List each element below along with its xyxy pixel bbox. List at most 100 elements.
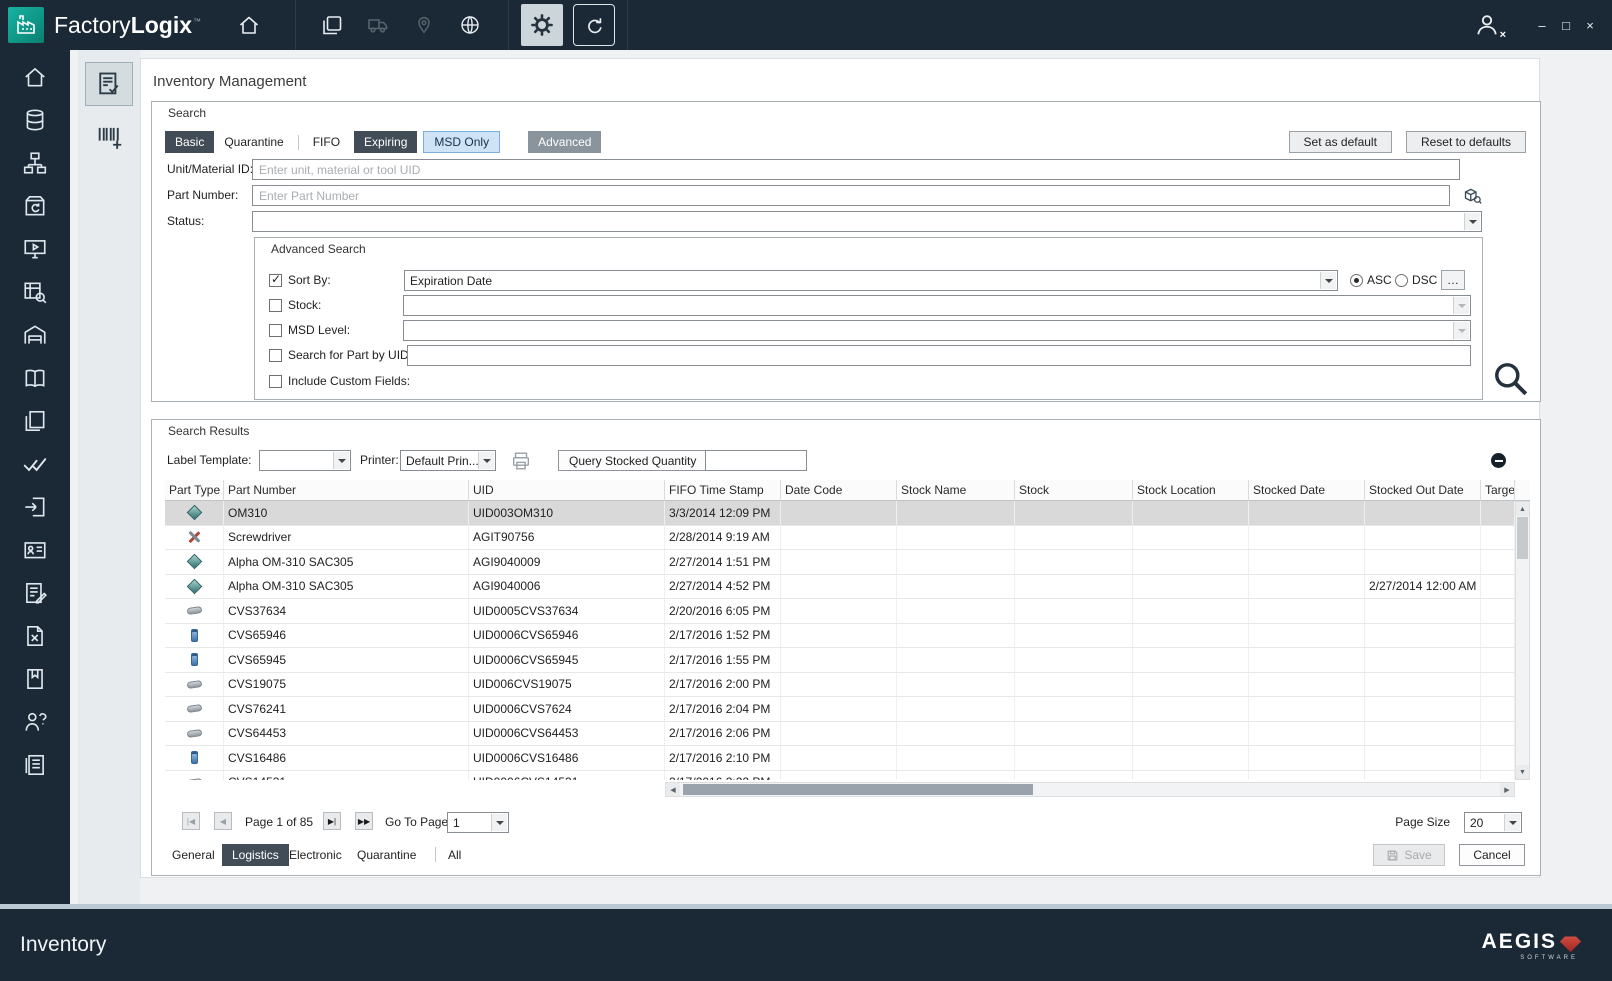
filter-quarantine[interactable]: Quarantine [214, 131, 293, 153]
column-header-date_code[interactable]: Date Code [781, 480, 897, 501]
table-row[interactable]: CVS16486 UID0006CVS16486 2/17/2016 2:10 PM [165, 746, 1515, 771]
set-as-default-button[interactable]: Set as default [1288, 131, 1392, 153]
column-header-stock[interactable]: Stock [1015, 480, 1133, 501]
reset-to-defaults-button[interactable]: Reset to defaults [1405, 131, 1526, 153]
status-combobox[interactable] [252, 211, 1482, 232]
goto-page-combobox[interactable]: 1 [447, 812, 509, 833]
search-part-by-uid-input[interactable] [407, 345, 1471, 366]
scroll-up-icon[interactable]: ▲ [1516, 502, 1529, 516]
column-header-stock_name[interactable]: Stock Name [897, 480, 1015, 501]
part-number-input[interactable] [252, 185, 1450, 206]
table-row[interactable]: Screwdriver AGIT90756 2/28/2014 9:19 AM [165, 525, 1515, 550]
cancel-button[interactable]: Cancel [1459, 844, 1525, 866]
horizontal-scroll-thumb[interactable] [683, 784, 1033, 795]
first-page-button[interactable]: |◀ [182, 812, 200, 830]
filter-fifo[interactable]: FIFO [303, 131, 350, 153]
filter-basic[interactable]: Basic [165, 131, 215, 153]
scroll-right-icon[interactable]: ▶ [1500, 783, 1514, 796]
vertical-scroll-thumb[interactable] [1517, 517, 1528, 559]
sidebar-support[interactable] [20, 709, 50, 735]
documents-icon[interactable] [312, 5, 352, 45]
stock-combobox[interactable] [403, 295, 1471, 316]
column-header-stocked_date[interactable]: Stocked Date [1249, 480, 1365, 501]
label-template-combobox[interactable] [259, 450, 351, 471]
sort-by-checkbox[interactable] [269, 272, 282, 287]
tab-quarantine[interactable]: Quarantine [357, 844, 416, 866]
include-custom-fields-checkbox[interactable] [269, 375, 282, 388]
table-row[interactable]: CVS37634 UID0005CVS37634 2/20/2016 6:05 PM [165, 599, 1515, 624]
filter-msd-only[interactable]: MSD Only [423, 131, 501, 153]
scroll-down-icon[interactable]: ▼ [1516, 765, 1529, 779]
globe-icon[interactable] [450, 5, 490, 45]
sidebar-monitor[interactable] [20, 236, 50, 262]
sort-by-combobox[interactable]: Expiration Date [404, 270, 1338, 291]
table-row[interactable]: OM310 UID003OM310 3/3/2014 12:09 PM [165, 501, 1515, 526]
table-row[interactable]: Alpha OM-310 SAC305 AGI9040009 2/27/2014 1… [165, 550, 1515, 575]
query-stocked-quantity-button[interactable]: Query Stocked Quantity [558, 450, 708, 471]
sidebar-returns[interactable] [20, 193, 50, 219]
msd-level-checkbox[interactable] [269, 324, 282, 337]
column-header-part_type[interactable]: Part Type [165, 480, 224, 501]
sidebar-bookmark[interactable] [20, 666, 50, 692]
close-button[interactable]: × [1578, 12, 1602, 38]
unit-material-id-input[interactable] [252, 159, 1460, 180]
column-header-part_number[interactable]: Part Number [224, 480, 469, 501]
sidebar-hierarchy[interactable] [20, 150, 50, 176]
tab-all[interactable]: All [448, 844, 461, 866]
collapse-results-icon[interactable] [1491, 453, 1506, 468]
column-header-uid[interactable]: UID [469, 480, 665, 501]
minimize-button[interactable]: – [1530, 12, 1554, 38]
column-header-stocked_out_date[interactable]: Stocked Out Date [1365, 480, 1481, 501]
previous-page-button[interactable]: ◀ [214, 812, 232, 830]
table-row[interactable]: CVS19075 UID006CVS19075 2/17/2016 2:00 PM [165, 672, 1515, 697]
column-header-stock_location[interactable]: Stock Location [1133, 480, 1249, 501]
sidebar-copy-pages[interactable] [20, 408, 50, 434]
printer-combobox[interactable]: Default Prin... [400, 450, 496, 471]
search-part-by-uid-checkbox[interactable] [269, 349, 282, 362]
shipping-truck-icon[interactable] [358, 5, 398, 45]
msd-level-combobox[interactable] [403, 320, 1471, 341]
more-options-button[interactable]: … [1441, 270, 1465, 290]
asc-radio[interactable] [1350, 274, 1363, 287]
column-header-fifo[interactable]: FIFO Time Stamp [665, 480, 781, 501]
sidebar-document-remove[interactable] [20, 623, 50, 649]
table-row[interactable]: Alpha OM-310 SAC305 AGI9040006 2/27/2014 4… [165, 574, 1515, 599]
location-pin-icon[interactable] [404, 5, 444, 45]
sidebar-approvals[interactable] [20, 451, 50, 477]
sidebar-inventory[interactable] [20, 107, 50, 133]
sidebar-notes[interactable] [20, 580, 50, 606]
table-row[interactable]: CVS65945 UID0006CVS65945 2/17/2016 1:55 PM [165, 648, 1515, 673]
horizontal-scrollbar[interactable]: ◀ ▶ [665, 782, 1515, 797]
table-row[interactable]: CVS14531UID0006CVS145312/17/2016 2:22 PM [165, 770, 1515, 780]
logout-user-button[interactable]: × [1470, 8, 1506, 42]
table-row[interactable]: CVS76241 UID0006CVS7624 2/17/2016 2:04 PM [165, 697, 1515, 722]
vertical-scrollbar[interactable]: ▲ ▼ [1515, 501, 1530, 780]
table-row[interactable]: CVS65946 UID0006CVS65946 2/17/2016 1:52 PM [165, 623, 1515, 648]
sidebar-documentation[interactable] [20, 365, 50, 391]
next-page-button[interactable]: ▶| [323, 812, 341, 830]
sidebar-home[interactable] [20, 64, 50, 90]
sidebar-journal[interactable] [20, 752, 50, 778]
home-button[interactable] [229, 5, 269, 45]
sidebar-badge[interactable] [20, 537, 50, 563]
last-page-button[interactable]: ▶▶ [355, 812, 373, 830]
tab-general[interactable]: General [172, 844, 215, 866]
search-button[interactable] [1490, 358, 1532, 403]
print-button[interactable] [510, 450, 532, 475]
sidebar-receive[interactable] [20, 494, 50, 520]
sidebar-warehouse[interactable] [20, 322, 50, 348]
sidebar-data-search[interactable] [20, 279, 50, 305]
settings-gear-button[interactable] [521, 4, 564, 46]
page-size-combobox[interactable]: 20 [1464, 812, 1522, 833]
quantity-result-field[interactable] [705, 450, 807, 471]
maximize-button[interactable]: □ [1554, 12, 1578, 38]
filter-expiring[interactable]: Expiring [354, 131, 418, 153]
filter-advanced[interactable]: Advanced [528, 131, 602, 153]
tab-electronic[interactable]: Electronic [289, 844, 342, 866]
tab-logistics[interactable]: Logistics [222, 844, 289, 866]
column-header-target[interactable]: Targe [1481, 480, 1515, 501]
scroll-left-icon[interactable]: ◀ [666, 783, 680, 796]
table-row[interactable]: CVS64453 UID0006CVS64453 2/17/2016 2:06 PM [165, 721, 1515, 746]
part-lookup-icon[interactable] [1462, 185, 1483, 209]
refresh-data-button[interactable] [573, 4, 616, 46]
